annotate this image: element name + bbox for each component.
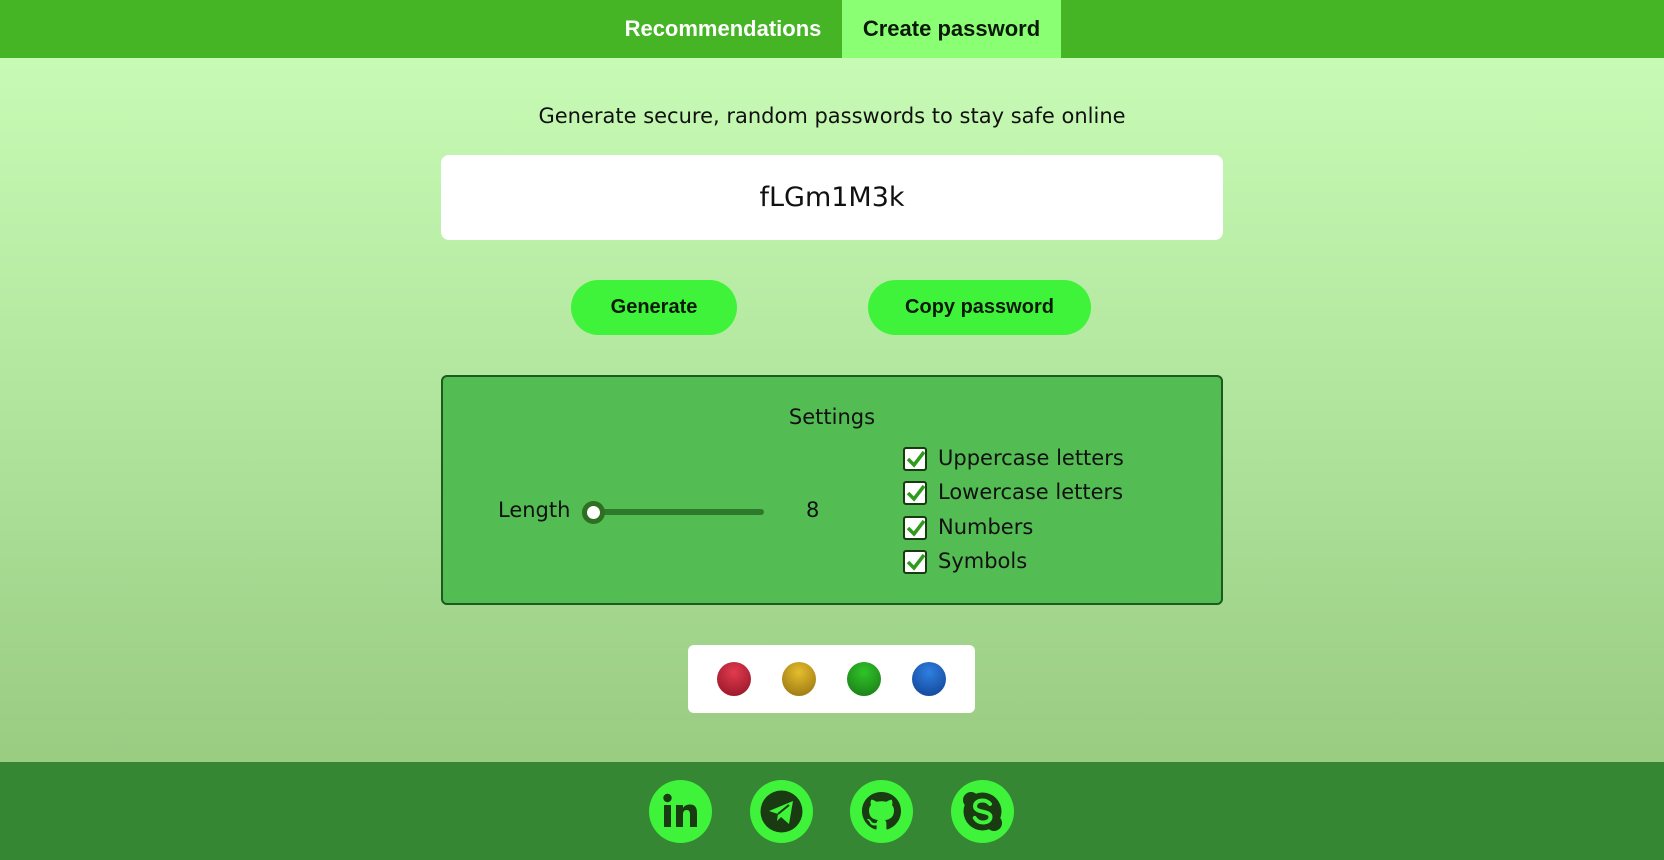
uppercase-checkbox[interactable] — [903, 447, 927, 471]
tab-recommendations[interactable]: Recommendations — [614, 0, 832, 58]
green-theme-dot[interactable] — [847, 662, 881, 696]
settings-panel: Settings Length 8 Uppercase letters Lowe… — [441, 375, 1223, 605]
blue-theme-dot[interactable] — [912, 662, 946, 696]
check-icon — [906, 519, 926, 537]
github-icon — [862, 792, 901, 830]
password-display[interactable]: fLGm1M3k — [441, 155, 1223, 240]
symbols-checkbox[interactable] — [903, 550, 927, 574]
generate-button[interactable]: Generate — [571, 280, 737, 335]
top-nav: Recommendations Create password — [0, 0, 1664, 58]
check-icon — [906, 484, 926, 502]
option-lowercase[interactable]: Lowercase letters — [903, 480, 1133, 505]
footer — [0, 762, 1664, 860]
settings-title: Settings — [788, 405, 876, 429]
option-uppercase[interactable]: Uppercase letters — [903, 446, 1133, 471]
copy-password-button[interactable]: Copy password — [868, 280, 1091, 335]
numbers-checkbox[interactable] — [903, 516, 927, 540]
option-label: Numbers — [938, 515, 1034, 539]
telegram-link[interactable] — [750, 780, 813, 843]
linkedin-link[interactable] — [649, 780, 712, 843]
check-icon — [906, 450, 926, 468]
length-value: 8 — [806, 498, 820, 522]
yellow-theme-dot[interactable] — [782, 662, 816, 696]
tab-create-password[interactable]: Create password — [842, 0, 1061, 58]
check-icon — [906, 553, 926, 571]
linkedin-icon — [663, 793, 697, 827]
skype-icon — [963, 792, 1002, 831]
length-slider-thumb[interactable] — [582, 501, 605, 524]
red-theme-dot[interactable] — [717, 662, 751, 696]
option-label: Symbols — [938, 549, 1028, 573]
skype-link[interactable] — [951, 780, 1014, 843]
length-label: Length — [498, 498, 571, 522]
option-symbols[interactable]: Symbols — [903, 549, 1133, 574]
option-numbers[interactable]: Numbers — [903, 515, 1133, 540]
option-label: Uppercase letters — [938, 446, 1124, 470]
telegram-icon — [760, 790, 803, 833]
lowercase-checkbox[interactable] — [903, 481, 927, 505]
option-label: Lowercase letters — [938, 480, 1124, 504]
length-slider-track[interactable] — [586, 509, 764, 515]
page-subtitle: Generate secure, random passwords to sta… — [538, 104, 1126, 128]
github-link[interactable] — [850, 780, 913, 843]
theme-picker — [688, 645, 975, 713]
